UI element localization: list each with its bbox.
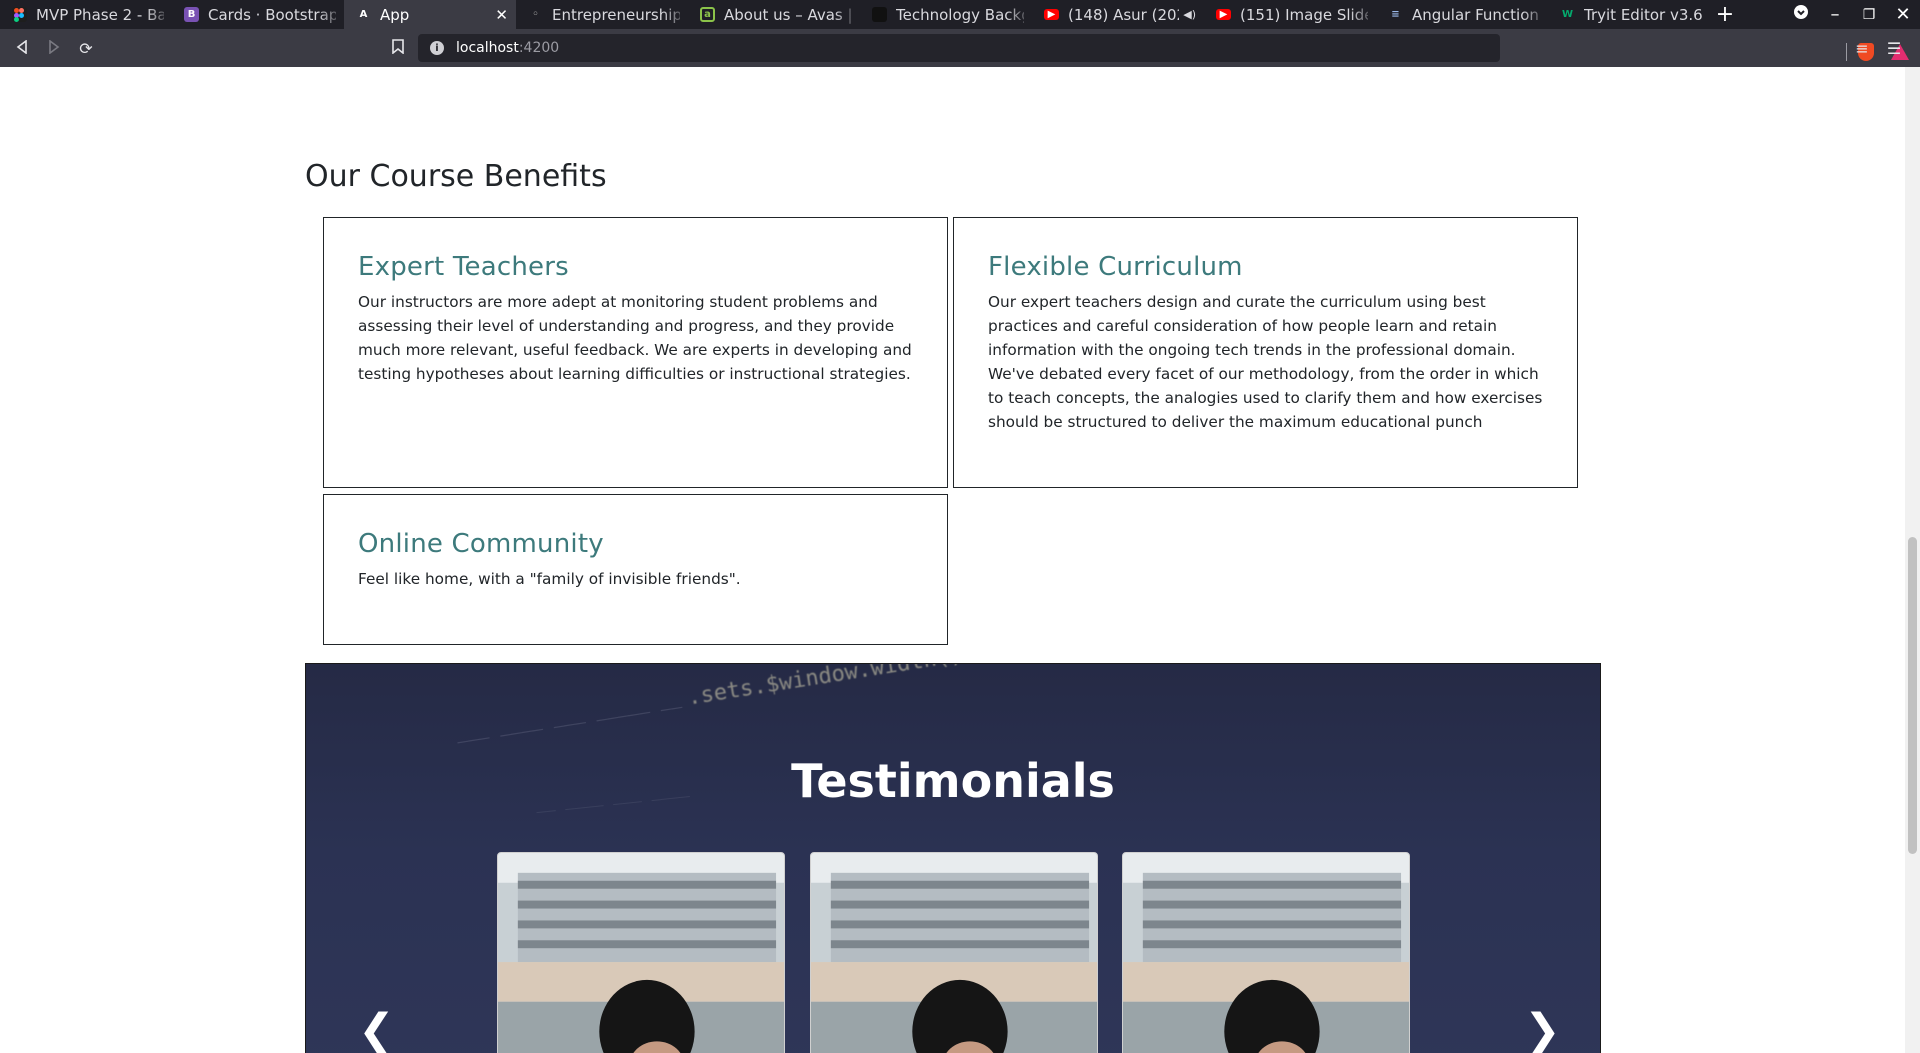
address-bar[interactable]: i localhost :4200 [418, 34, 1909, 62]
testimonials-section: .sets.$window.width() ——— ———— ——— —————… [305, 663, 1601, 1053]
playlist-icon[interactable]: ≡ [1846, 39, 1878, 58]
tab-app[interactable]: A App ✕ [344, 0, 516, 29]
figma-icon [12, 7, 27, 22]
tab-label: Cards · Bootstrap v [208, 5, 336, 24]
card-title: Expert Teachers [358, 252, 569, 282]
testimonial-card[interactable] [497, 852, 785, 1053]
card-text: Feel like home, with a "family of invisi… [358, 570, 741, 588]
tab-label: About us – Avas | St [724, 5, 852, 24]
back-icon[interactable] [6, 38, 38, 58]
restore-icon[interactable]: ❐ [1852, 7, 1886, 23]
tab-strip: MVP Phase 2 - Bana B Cards · Bootstrap v… [0, 0, 1920, 29]
w3schools-icon: W [1561, 9, 1574, 20]
testimonial-photo [811, 853, 1097, 1053]
forward-icon[interactable] [38, 38, 70, 58]
tab-label: Entrepreneurship | [552, 5, 680, 24]
tab-label: Technology Backgr [896, 5, 1024, 24]
testimonial-card[interactable] [810, 852, 1098, 1053]
tab-label: Angular Function D [1412, 5, 1540, 24]
testimonial-photo [1123, 853, 1409, 1053]
reload-icon[interactable]: ⟳ [70, 39, 102, 58]
testimonial-photo [498, 853, 784, 1053]
tab-label: Tryit Editor v3.6 [1584, 5, 1703, 24]
image-icon [872, 7, 887, 22]
tab-label: (151) Image Slider - [1240, 5, 1368, 24]
menu-icon[interactable]: ☰ [1878, 39, 1910, 58]
tab-tryit-editor[interactable]: W Tryit Editor v3.6 [1548, 0, 1720, 29]
carousel-next-button[interactable]: ❯ [1524, 1009, 1561, 1053]
tab-entrepreneurship[interactable]: ◦ Entrepreneurship | [516, 0, 688, 29]
card-text: Our expert teachers design and curate th… [988, 293, 1543, 431]
tab-label: MVP Phase 2 - Bana [36, 5, 164, 24]
youtube-icon: ▶ [1216, 9, 1231, 20]
benefit-card-expert-teachers: Expert Teachers Our instructors are more… [323, 217, 948, 488]
bootstrap-icon: B [184, 7, 199, 22]
youtube-icon: ▶ [1044, 9, 1059, 20]
tab-label: (148) Asur (2020) [1068, 5, 1179, 24]
new-tab-button[interactable]: + [1710, 0, 1740, 29]
code-background-image: .sets.$window.width() [685, 663, 965, 711]
card-text: Our instructors are more adept at monito… [358, 293, 912, 383]
page-viewport: Our Course Benefits Expert Teachers Our … [0, 67, 1905, 1053]
close-tab-icon[interactable]: ✕ [495, 6, 508, 24]
section-title: Our Course Benefits [305, 159, 607, 194]
tab-image-slider[interactable]: ▶ (151) Image Slider - [1204, 0, 1376, 29]
doc-icon: ≡ [1391, 9, 1400, 20]
scrollbar-thumb[interactable] [1908, 537, 1917, 854]
tab-mvp-phase-2[interactable]: MVP Phase 2 - Bana [0, 0, 172, 29]
angular-icon: A [359, 9, 368, 20]
site-icon: ◦ [532, 9, 539, 20]
url-host: localhost [456, 40, 519, 56]
tab-bootstrap-cards[interactable]: B Cards · Bootstrap v [172, 0, 344, 29]
browser-toolbar: ⟳ i localhost :4200 ≡ ☰ [0, 29, 1920, 67]
close-window-icon[interactable]: ✕ [1886, 4, 1920, 25]
avas-icon: a [700, 7, 715, 22]
testimonial-card[interactable] [1122, 852, 1410, 1053]
tab-angular-function[interactable]: ≡ Angular Function D [1376, 0, 1548, 29]
tab-asur[interactable]: ▶ (148) Asur (2020) ◀) [1032, 0, 1204, 29]
tab-technology-background[interactable]: Technology Backgr [860, 0, 1032, 29]
minimize-icon[interactable]: – [1818, 4, 1852, 25]
card-title: Online Community [358, 529, 604, 559]
testimonials-title: Testimonials [791, 754, 1115, 808]
tab-label: App [380, 5, 410, 24]
speaker-icon[interactable]: ◀) [1183, 8, 1196, 21]
tab-search-icon[interactable] [1784, 4, 1818, 25]
site-info-icon[interactable]: i [430, 41, 444, 55]
bookmark-icon[interactable] [392, 39, 404, 58]
card-title: Flexible Curriculum [988, 252, 1243, 282]
tab-about-avas[interactable]: a About us – Avas | St [688, 0, 860, 29]
url-port: :4200 [518, 40, 560, 56]
carousel-prev-button[interactable]: ❮ [358, 1009, 395, 1053]
benefit-card-flexible-curriculum: Flexible Curriculum Our expert teachers … [953, 217, 1578, 488]
code-background-image: ——— ———— ——— ————— —— [455, 696, 684, 753]
benefit-card-online-community: Online Community Feel like home, with a … [323, 494, 948, 645]
